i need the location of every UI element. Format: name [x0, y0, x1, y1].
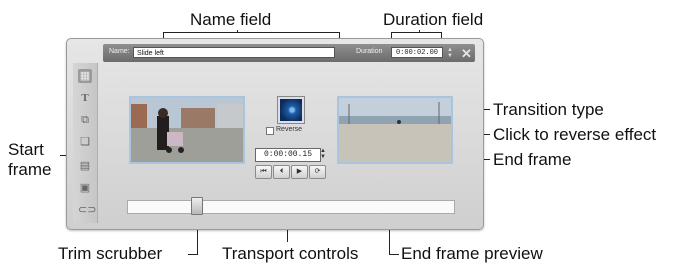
tool-strip: ▦ T ⧉ ❏ ▤ ▣ ⊂⊃: [73, 63, 98, 223]
duration-spinner[interactable]: ▲ ▼: [447, 47, 453, 59]
name-label: Name:: [109, 48, 130, 55]
trim-scrubber[interactable]: [191, 197, 203, 215]
callout-start-frame: Start frame: [8, 140, 52, 179]
trim-track[interactable]: [127, 200, 455, 214]
timecode-spinner[interactable]: ▲ ▼: [320, 148, 326, 160]
callout-transition-type: Transition type: [493, 100, 604, 119]
reverse-label: Reverse: [276, 126, 303, 133]
timecode-display[interactable]: 0:00:00.15: [255, 148, 321, 162]
layers-icon[interactable]: ▤: [78, 159, 92, 173]
text-icon[interactable]: T: [78, 91, 92, 105]
transition-icon[interactable]: ▦: [78, 69, 92, 83]
title-bar: Name: Slide left Duration 0:00:02.00 ▲ ▼ …: [103, 44, 475, 62]
callout-duration-field: Duration field: [383, 10, 484, 29]
end-frame-image: [339, 98, 451, 162]
transition-type-icon[interactable]: [277, 96, 305, 124]
settings-icon[interactable]: ▣: [78, 181, 92, 195]
callout-name-field: Name field: [190, 10, 272, 29]
leader-line: [188, 254, 198, 255]
loop-button[interactable]: ⟳: [309, 165, 326, 179]
leader-line: [391, 32, 441, 33]
callout-trim-scrubber: Trim scrubber: [58, 244, 163, 263]
transition-editor-window: Name: Slide left Duration 0:00:02.00 ▲ ▼ …: [66, 38, 484, 230]
start-frame: [129, 96, 245, 164]
leader-line: [163, 32, 339, 33]
reverse-checkbox[interactable]: [266, 127, 274, 135]
leader-line: [237, 30, 238, 33]
start-frame-image: [131, 98, 243, 162]
callout-click-to-reverse: Click to reverse effect: [493, 125, 657, 144]
callout-end-frame-preview: End frame preview: [401, 244, 543, 263]
leader-line: [419, 30, 420, 33]
go-to-start-button[interactable]: ⏮: [255, 165, 272, 179]
annotated-screenshot: { "callouts": { "name_field": "Name fiel…: [0, 0, 691, 268]
step-back-button[interactable]: ⏴: [273, 165, 290, 179]
leader-line: [389, 254, 399, 255]
duration-field[interactable]: 0:00:02.00: [391, 47, 443, 58]
name-field[interactable]: Slide left: [133, 47, 335, 58]
play-button[interactable]: ▶: [291, 165, 308, 179]
callout-transport-controls: Transport controls: [222, 244, 359, 263]
link-icon[interactable]: ⊂⊃: [78, 203, 96, 217]
copy-icon[interactable]: ⧉: [78, 113, 92, 127]
properties-icon[interactable]: ❏: [78, 135, 92, 149]
close-icon[interactable]: ✕: [461, 46, 472, 62]
end-frame: [337, 96, 453, 164]
callout-end-frame: End frame: [493, 150, 572, 169]
duration-label: Duration: [356, 48, 383, 55]
